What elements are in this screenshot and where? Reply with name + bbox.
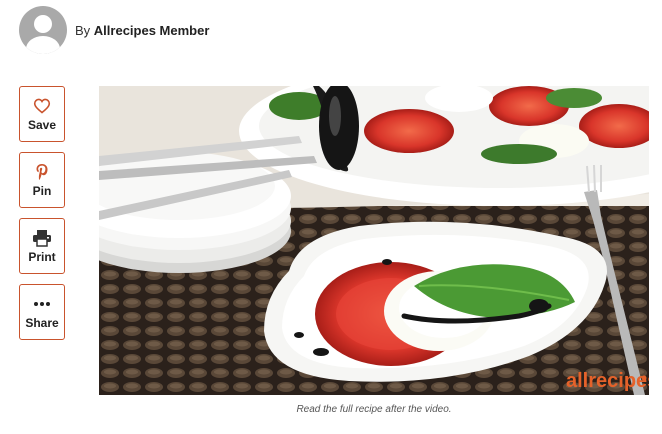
save-button[interactable]: Save — [19, 86, 65, 142]
print-button[interactable]: Print — [19, 218, 65, 274]
pinterest-icon — [35, 162, 49, 182]
avatar-shoulders — [26, 36, 60, 54]
video-caption: Read the full recipe after the video. — [296, 404, 452, 415]
allrecipes-logo-watermark: allrecipes — [566, 370, 649, 392]
save-label: Save — [27, 118, 57, 132]
printer-icon — [32, 228, 52, 248]
avatar-head — [34, 15, 52, 33]
pin-button[interactable]: Pin — [19, 152, 65, 208]
avatar[interactable] — [19, 6, 67, 54]
byline-prefix: By — [75, 22, 91, 38]
share-button[interactable]: Share — [19, 284, 65, 340]
watermark-text: allrecipes — [566, 370, 649, 392]
author-name-link[interactable]: Allrecipes Member — [94, 23, 210, 38]
action-buttons: Save Pin Print Share — [19, 86, 67, 350]
more-dots-icon — [33, 294, 51, 314]
author-byline: By Allrecipes Member — [19, 6, 209, 54]
pin-label: Pin — [32, 184, 52, 198]
print-label: Print — [28, 250, 56, 264]
caprese-salad-video-frame: allrecipes — [99, 86, 649, 395]
byline-text: By Allrecipes Member — [75, 23, 209, 38]
recipe-video-player[interactable]: allrecipes — [99, 86, 649, 395]
heart-icon — [33, 96, 51, 116]
share-label: Share — [25, 316, 59, 330]
